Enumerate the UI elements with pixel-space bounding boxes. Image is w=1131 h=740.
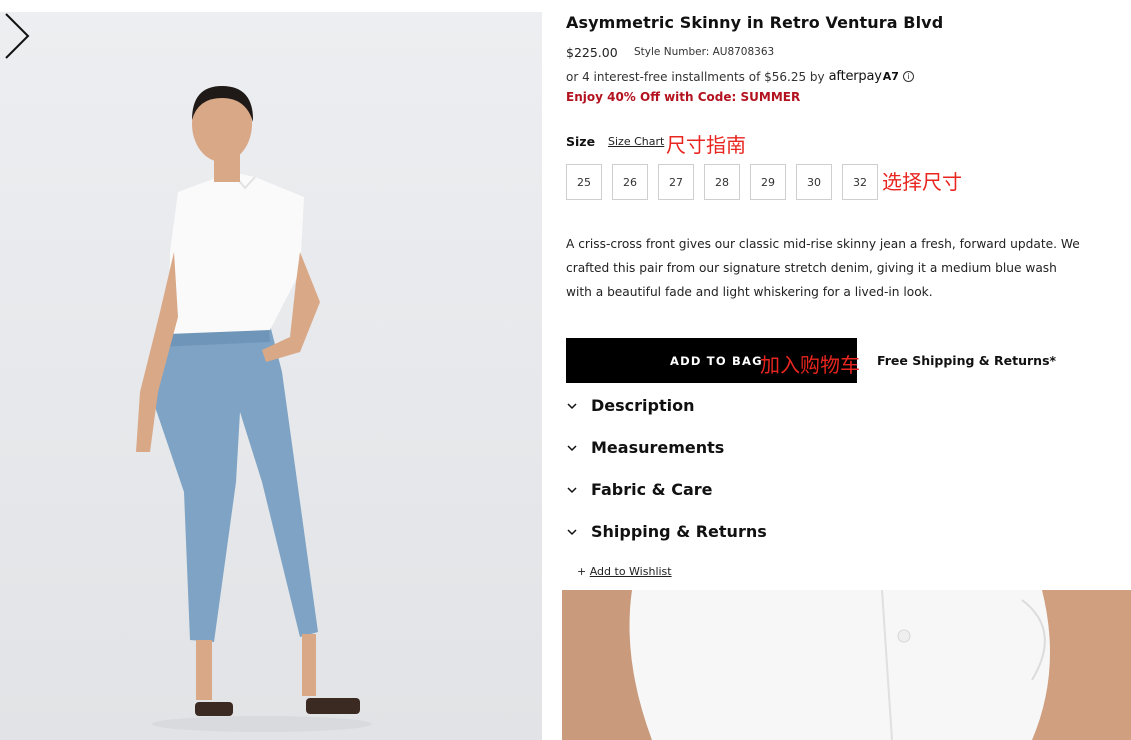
installments-text: or 4 interest-free installments of $56.2… <box>566 69 825 84</box>
accordion-fabric-care[interactable]: Fabric & Care <box>566 477 966 501</box>
size-option-26[interactable]: 26 <box>612 164 648 200</box>
product-price: $225.00 <box>566 45 618 60</box>
promo-text: Enjoy 40% Off with Code: SUMMER <box>566 90 801 104</box>
accordion-label: Fabric & Care <box>591 479 713 499</box>
free-shipping-text: Free Shipping & Returns* <box>877 353 1057 368</box>
size-label: Size <box>566 134 596 149</box>
chevron-down-icon <box>567 445 577 452</box>
accordion-shipping-returns[interactable]: Shipping & Returns <box>566 519 966 543</box>
size-option-29[interactable]: 29 <box>750 164 786 200</box>
accordion-label: Shipping & Returns <box>591 521 767 541</box>
add-to-wishlist-link[interactable]: + Add to Wishlist <box>577 565 672 578</box>
product-description: A criss-cross front gives our classic mi… <box>566 237 1080 299</box>
chevron-down-icon <box>567 529 577 536</box>
accordion-label: Description <box>591 395 695 415</box>
size-chart-link[interactable]: Size Chart <box>608 135 664 148</box>
size-option-32[interactable]: 32 <box>842 164 878 200</box>
shirt-closeup-illustration <box>562 590 1131 740</box>
accordion-measurements[interactable]: Measurements <box>566 435 966 459</box>
annotation-add-to-bag: 加入购物车 <box>760 353 860 377</box>
chevron-down-icon <box>567 487 577 494</box>
add-to-bag-label: ADD TO BAG <box>670 353 763 368</box>
annotation-size-chart: 尺寸指南 <box>666 133 746 157</box>
afterpay-logo: afterpay <box>828 69 882 84</box>
product-main-image <box>0 12 542 740</box>
afterpay-installments: or 4 interest-free installments of $56.2… <box>566 69 914 84</box>
afterpay-mark-icon: A7 <box>882 70 899 83</box>
size-options: 25 26 27 28 29 30 32 <box>566 164 878 200</box>
product-title: Asymmetric Skinny in Retro Ventura Blvd <box>566 13 944 32</box>
size-option-30[interactable]: 30 <box>796 164 832 200</box>
wishlist-label: Add to Wishlist <box>589 565 672 578</box>
chevron-right-icon[interactable] <box>0 12 34 60</box>
chevron-down-icon <box>567 403 577 410</box>
size-option-28[interactable]: 28 <box>704 164 740 200</box>
accordion-label: Measurements <box>591 437 725 457</box>
annotation-select-size: 选择尺寸 <box>882 170 962 194</box>
product-detail-image <box>562 590 1131 740</box>
plus-icon: + <box>577 565 587 578</box>
accordion-description[interactable]: Description <box>566 393 966 417</box>
info-icon[interactable]: i <box>902 71 914 82</box>
size-option-25[interactable]: 25 <box>566 164 602 200</box>
style-number: Style Number: AU8708363 <box>634 46 775 58</box>
model-illustration <box>136 86 372 732</box>
size-option-27[interactable]: 27 <box>658 164 694 200</box>
